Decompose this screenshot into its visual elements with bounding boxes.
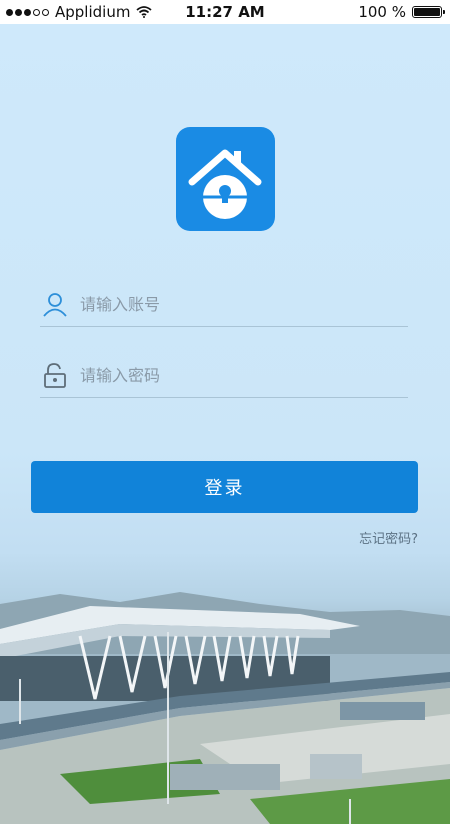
battery-icon bbox=[412, 6, 445, 18]
status-bar: Applidium 11:27 AM 100 % bbox=[0, 0, 450, 24]
user-icon bbox=[43, 293, 67, 317]
airport-terminal-image bbox=[0, 592, 450, 824]
battery-percent: 100 % bbox=[358, 3, 406, 21]
password-field[interactable] bbox=[40, 353, 408, 398]
login-button[interactable]: 登录 bbox=[31, 461, 418, 513]
account-field[interactable] bbox=[40, 282, 408, 327]
unlock-icon bbox=[44, 363, 66, 388]
house-lock-icon bbox=[188, 149, 262, 219]
app-logo bbox=[176, 127, 275, 231]
account-input[interactable] bbox=[78, 293, 382, 315]
forgot-password-link[interactable]: 忘记密码? bbox=[359, 528, 418, 547]
password-input[interactable] bbox=[78, 364, 382, 386]
